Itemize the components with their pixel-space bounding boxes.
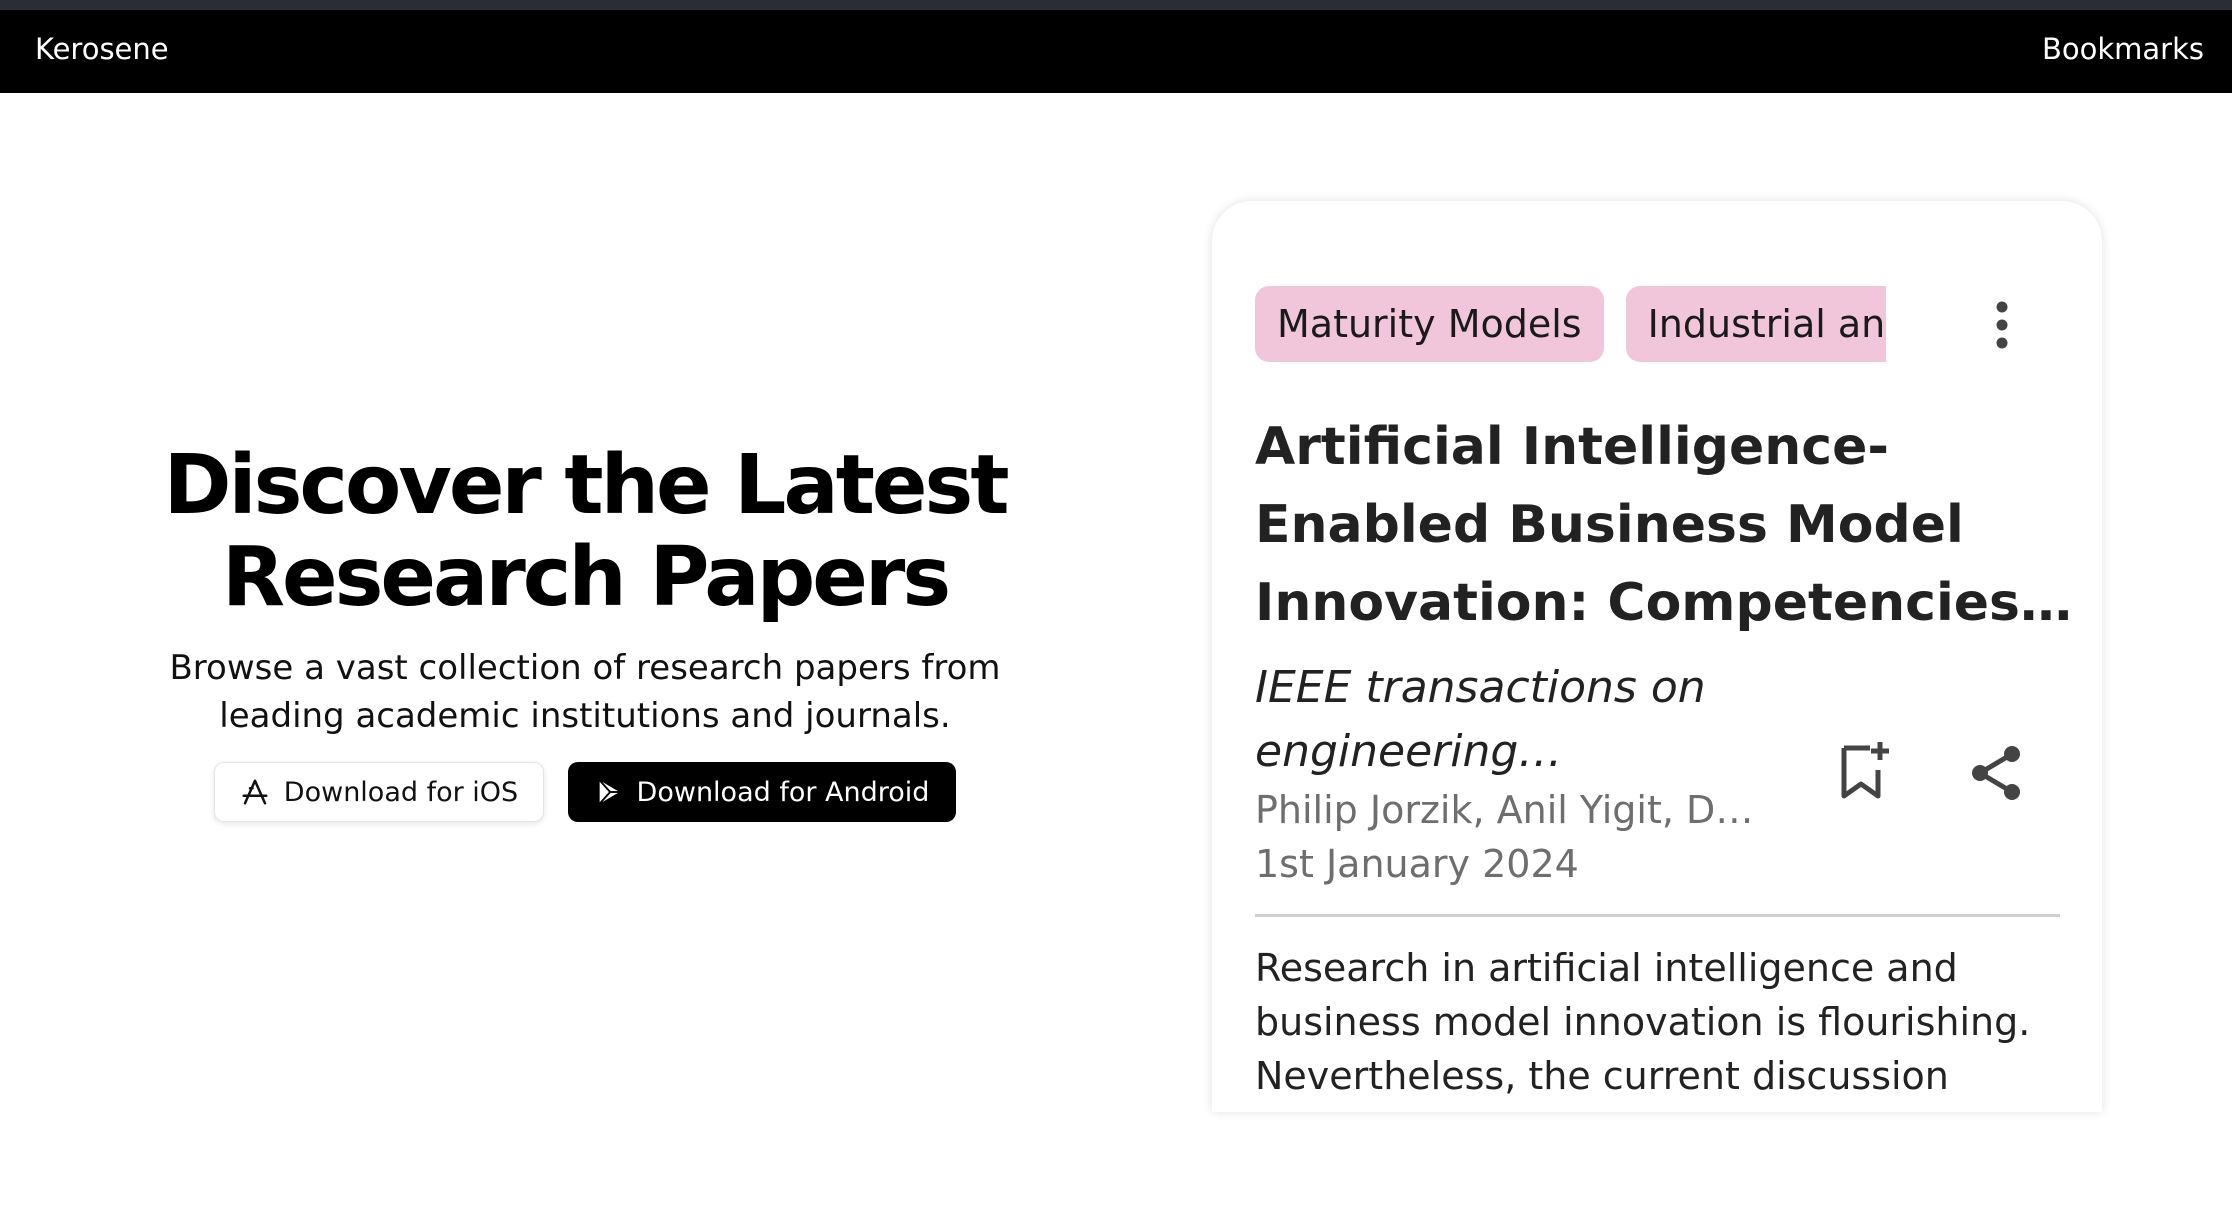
download-buttons: Download for iOS Download for Android: [100, 762, 1070, 822]
window-top-strip: [0, 0, 2232, 10]
navbar: Kerosene Bookmarks: [0, 10, 2232, 93]
share-button[interactable]: [1962, 738, 2032, 808]
topic-chips: Maturity Models Industrial and: [1255, 286, 1886, 362]
paper-authors: Philip Jorzik, Anil Yigit, Dominik K. Ka…: [1255, 788, 1775, 832]
more-options-button[interactable]: [1977, 297, 2027, 353]
bookmark-add-icon: [1841, 742, 1889, 799]
download-ios-label: Download for iOS: [283, 776, 519, 808]
download-ios-button[interactable]: Download for iOS: [214, 762, 544, 822]
hero-title-line-2: Research Papers: [221, 530, 951, 625]
hero-title: Discover the Latest Research Papers: [100, 440, 1070, 624]
paper-card[interactable]: Maturity Models Industrial and Artificial…: [1212, 201, 2102, 1112]
brand-link[interactable]: Kerosene: [35, 32, 169, 66]
paper-journal: IEEE transactions on engineering managem…: [1255, 662, 1706, 777]
more-vertical-icon: [1996, 301, 2008, 349]
bookmark-button[interactable]: [1832, 738, 1902, 808]
hero-section: Discover the Latest Research Papers Brow…: [100, 440, 1070, 822]
app-store-icon: [242, 779, 268, 805]
google-play-icon: [598, 779, 620, 805]
bookmarks-link[interactable]: Bookmarks: [2042, 32, 2204, 66]
paper-abstract: Research in artificial intelligence and …: [1255, 946, 2031, 1098]
hero-title-line-1: Discover the Latest: [163, 438, 1009, 533]
download-android-button[interactable]: Download for Android: [568, 762, 956, 822]
topic-chip[interactable]: Industrial and: [1625, 286, 1886, 362]
card-divider: [1255, 914, 2060, 917]
download-android-label: Download for Android: [636, 776, 930, 808]
topic-chip[interactable]: Maturity Models: [1255, 286, 1604, 362]
paper-title[interactable]: Artificial Intelligence-Enabled Business…: [1255, 408, 2075, 642]
paper-date: 1st January 2024: [1255, 842, 1579, 886]
share-icon: [1972, 746, 2020, 800]
hero-subtitle: Browse a vast collection of research pap…: [169, 648, 1001, 736]
